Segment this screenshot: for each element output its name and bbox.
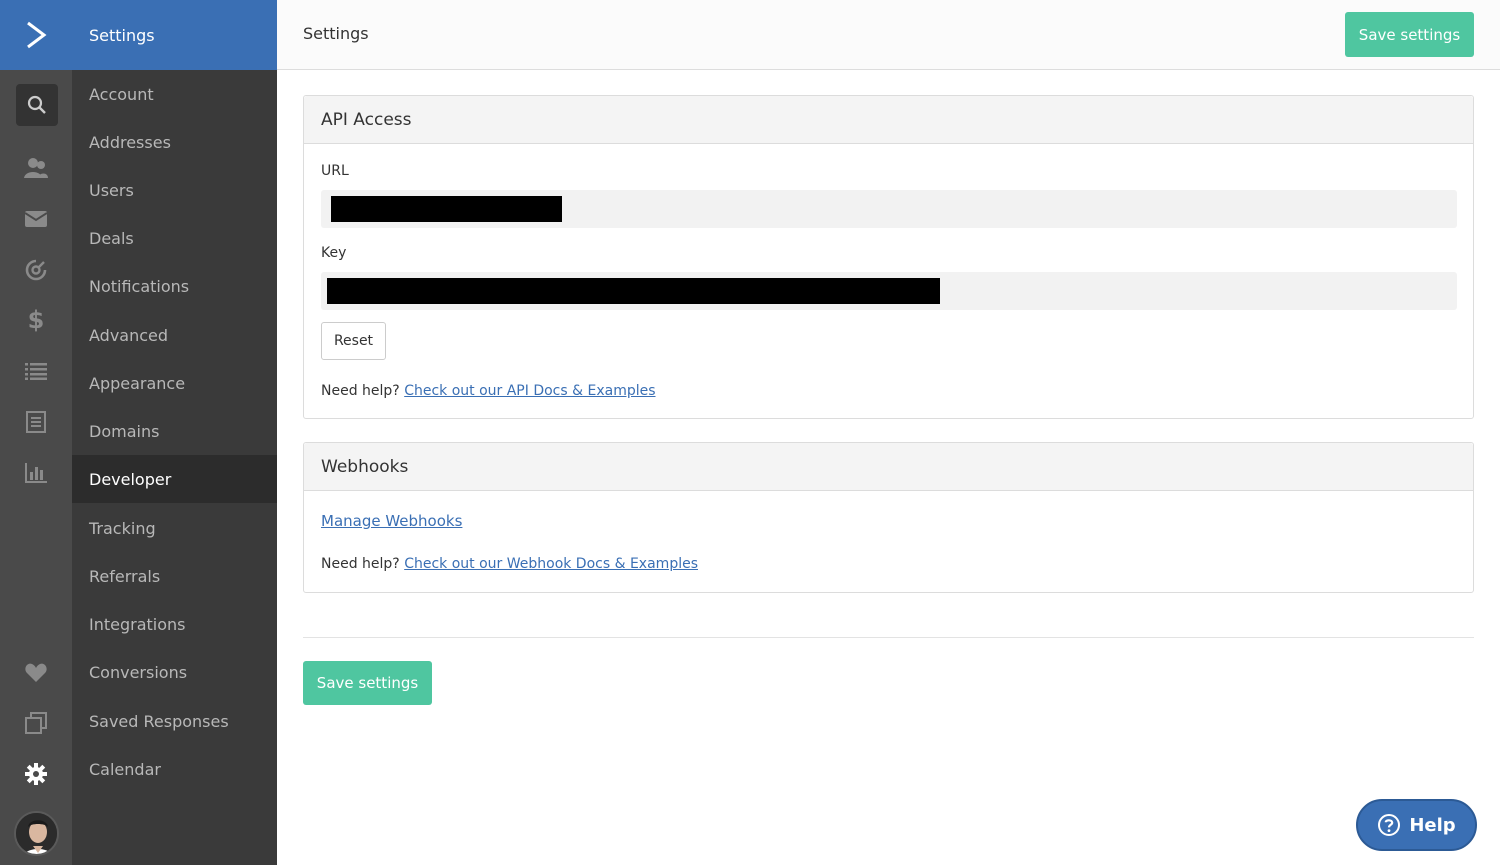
gear-icon[interactable] [0,754,72,794]
help-label: Help [1409,814,1456,836]
mail-icon[interactable] [0,199,72,239]
save-settings-button-top[interactable]: Save settings [1345,12,1474,57]
dollar-icon[interactable]: $ [0,300,72,340]
nav-item-calendar[interactable]: Calendar [72,745,277,793]
redacted-key-value [327,278,940,304]
webhooks-heading: Webhooks [304,443,1473,491]
nav-item-referrals[interactable]: Referrals [72,552,277,600]
nav-item-deals[interactable]: Deals [72,214,277,262]
avatar[interactable] [14,811,59,856]
key-field[interactable] [321,272,1457,310]
top-bar: Settings Save settings [277,0,1500,70]
redacted-url-value [331,196,562,222]
api-access-panel: API Access URL Key Reset Need help? Chec… [303,95,1474,419]
key-label: Key [321,245,347,261]
help-button[interactable]: Help [1356,799,1477,851]
contacts-icon[interactable] [0,148,72,188]
api-help-prefix: Need help? [321,383,400,399]
reports-icon[interactable] [0,453,72,493]
icon-rail: $ [0,0,72,865]
api-help-line: Need help? Check out our API Docs & Exam… [321,383,656,399]
reset-key-button[interactable]: Reset [321,322,386,360]
nav-item-integrations[interactable]: Integrations [72,600,277,648]
nav-item-addresses[interactable]: Addresses [72,118,277,166]
settings-nav: Settings Account Addresses Users Deals N… [72,0,277,865]
nav-item-advanced[interactable]: Advanced [72,311,277,359]
url-label: URL [321,163,349,179]
webhooks-panel: Webhooks Manage Webhooks Need help? Chec… [303,442,1474,593]
webhook-help-prefix: Need help? [321,556,400,572]
nav-item-tracking[interactable]: Tracking [72,504,277,552]
logo-icon[interactable] [0,0,72,70]
nav-header: Settings [72,0,277,70]
nav-item-account[interactable]: Account [72,70,277,118]
manage-webhooks-link[interactable]: Manage Webhooks [321,512,462,530]
url-field[interactable] [321,190,1457,228]
nav-item-domains[interactable]: Domains [72,407,277,455]
nav-item-saved-responses[interactable]: Saved Responses [72,697,277,745]
nav-item-notifications[interactable]: Notifications [72,262,277,310]
save-settings-button-bottom[interactable]: Save settings [303,661,432,705]
webhook-help-line: Need help? Check out our Webhook Docs & … [321,556,698,572]
api-docs-link[interactable]: Check out our API Docs & Examples [404,383,655,399]
automation-icon[interactable] [0,250,72,290]
list-icon[interactable] [0,351,72,391]
api-access-heading: API Access [304,96,1473,144]
question-circle-icon [1378,814,1401,836]
nav-item-developer[interactable]: Developer [72,455,277,503]
search-icon[interactable] [16,84,58,126]
forms-icon[interactable] [0,402,72,442]
nav-item-appearance[interactable]: Appearance [72,359,277,407]
heart-icon[interactable] [0,653,72,693]
webhook-docs-link[interactable]: Check out our Webhook Docs & Examples [404,556,698,572]
nav-item-conversions[interactable]: Conversions [72,648,277,696]
windows-icon[interactable] [0,703,72,743]
nav-item-users[interactable]: Users [72,166,277,214]
page-title: Settings [303,24,369,43]
divider [303,637,1474,638]
